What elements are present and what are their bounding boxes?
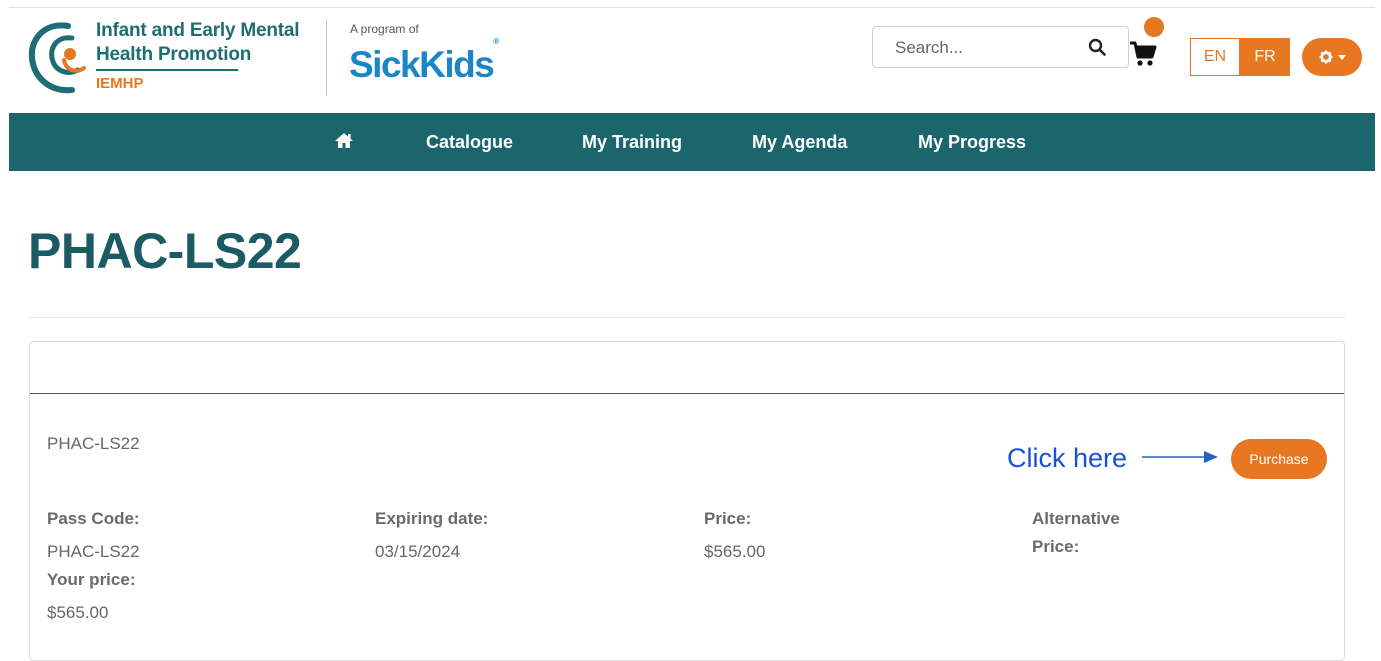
pass-card: PHAC-LS22 Click here Purchase Pass Code:… (29, 341, 1345, 661)
pass-code-value: PHAC-LS22 (47, 542, 140, 561)
language-fr-button[interactable]: FR (1240, 38, 1290, 76)
purchase-button[interactable]: Purchase (1231, 439, 1327, 479)
your-price-label: Your price: (47, 570, 136, 589)
alternative-price-label-line1: Alternative (1032, 509, 1120, 528)
gear-icon (1319, 50, 1332, 64)
sickkids-logo-text: SickKids (349, 44, 495, 85)
sickkids-registered-mark: ® (493, 36, 499, 46)
top-divider (9, 7, 1375, 8)
iemhp-logo[interactable]: Infant and Early Mental Health Promotion… (28, 18, 300, 98)
price-value: $565.00 (704, 542, 766, 561)
search-input[interactable] (893, 36, 1077, 60)
your-price-value: $565.00 (47, 603, 109, 622)
pass-code-label: Pass Code: (47, 509, 140, 528)
card-pass-code: PHAC-LS22 (47, 434, 140, 453)
settings-dropdown-button[interactable] (1302, 38, 1362, 76)
caret-down-icon (1337, 54, 1346, 60)
iemhp-logo-icon (28, 22, 86, 94)
language-en-button[interactable]: EN (1190, 38, 1240, 76)
main-navbar: Catalogue My Training My Agenda My Progr… (9, 113, 1375, 171)
expiring-date-value: 03/15/2024 (375, 542, 461, 561)
logo-underline (96, 69, 238, 71)
nav-my-training[interactable]: My Training (582, 132, 682, 153)
nav-my-agenda[interactable]: My Agenda (752, 132, 847, 153)
header-separator (326, 19, 327, 96)
nav-my-progress[interactable]: My Progress (918, 132, 1026, 153)
home-icon[interactable] (334, 132, 354, 149)
expiring-date-label: Expiring date: (375, 509, 489, 528)
page-title: PHAC-LS22 (28, 223, 302, 279)
card-header-divider (30, 393, 1344, 394)
search-icon[interactable] (1088, 38, 1106, 56)
price-label: Price: (704, 509, 752, 528)
nav-catalogue[interactable]: Catalogue (426, 132, 513, 153)
logo-text-line2: Health Promotion (96, 44, 252, 65)
sickkids-logo[interactable]: SickKids® (349, 37, 499, 86)
title-divider (28, 317, 1345, 318)
alternative-price-label-line2: Price: (1032, 537, 1080, 556)
logo-acronym: IEMHP (96, 75, 144, 92)
cart-notification-badge (1144, 17, 1164, 37)
program-of-label: A program of (350, 22, 419, 36)
search-box[interactable] (872, 26, 1129, 68)
click-here-annotation: Click here (1007, 443, 1128, 473)
cart-icon[interactable] (1128, 40, 1158, 68)
annotation-arrow-icon (1142, 451, 1218, 463)
logo-text-line1: Infant and Early Mental (96, 20, 300, 41)
